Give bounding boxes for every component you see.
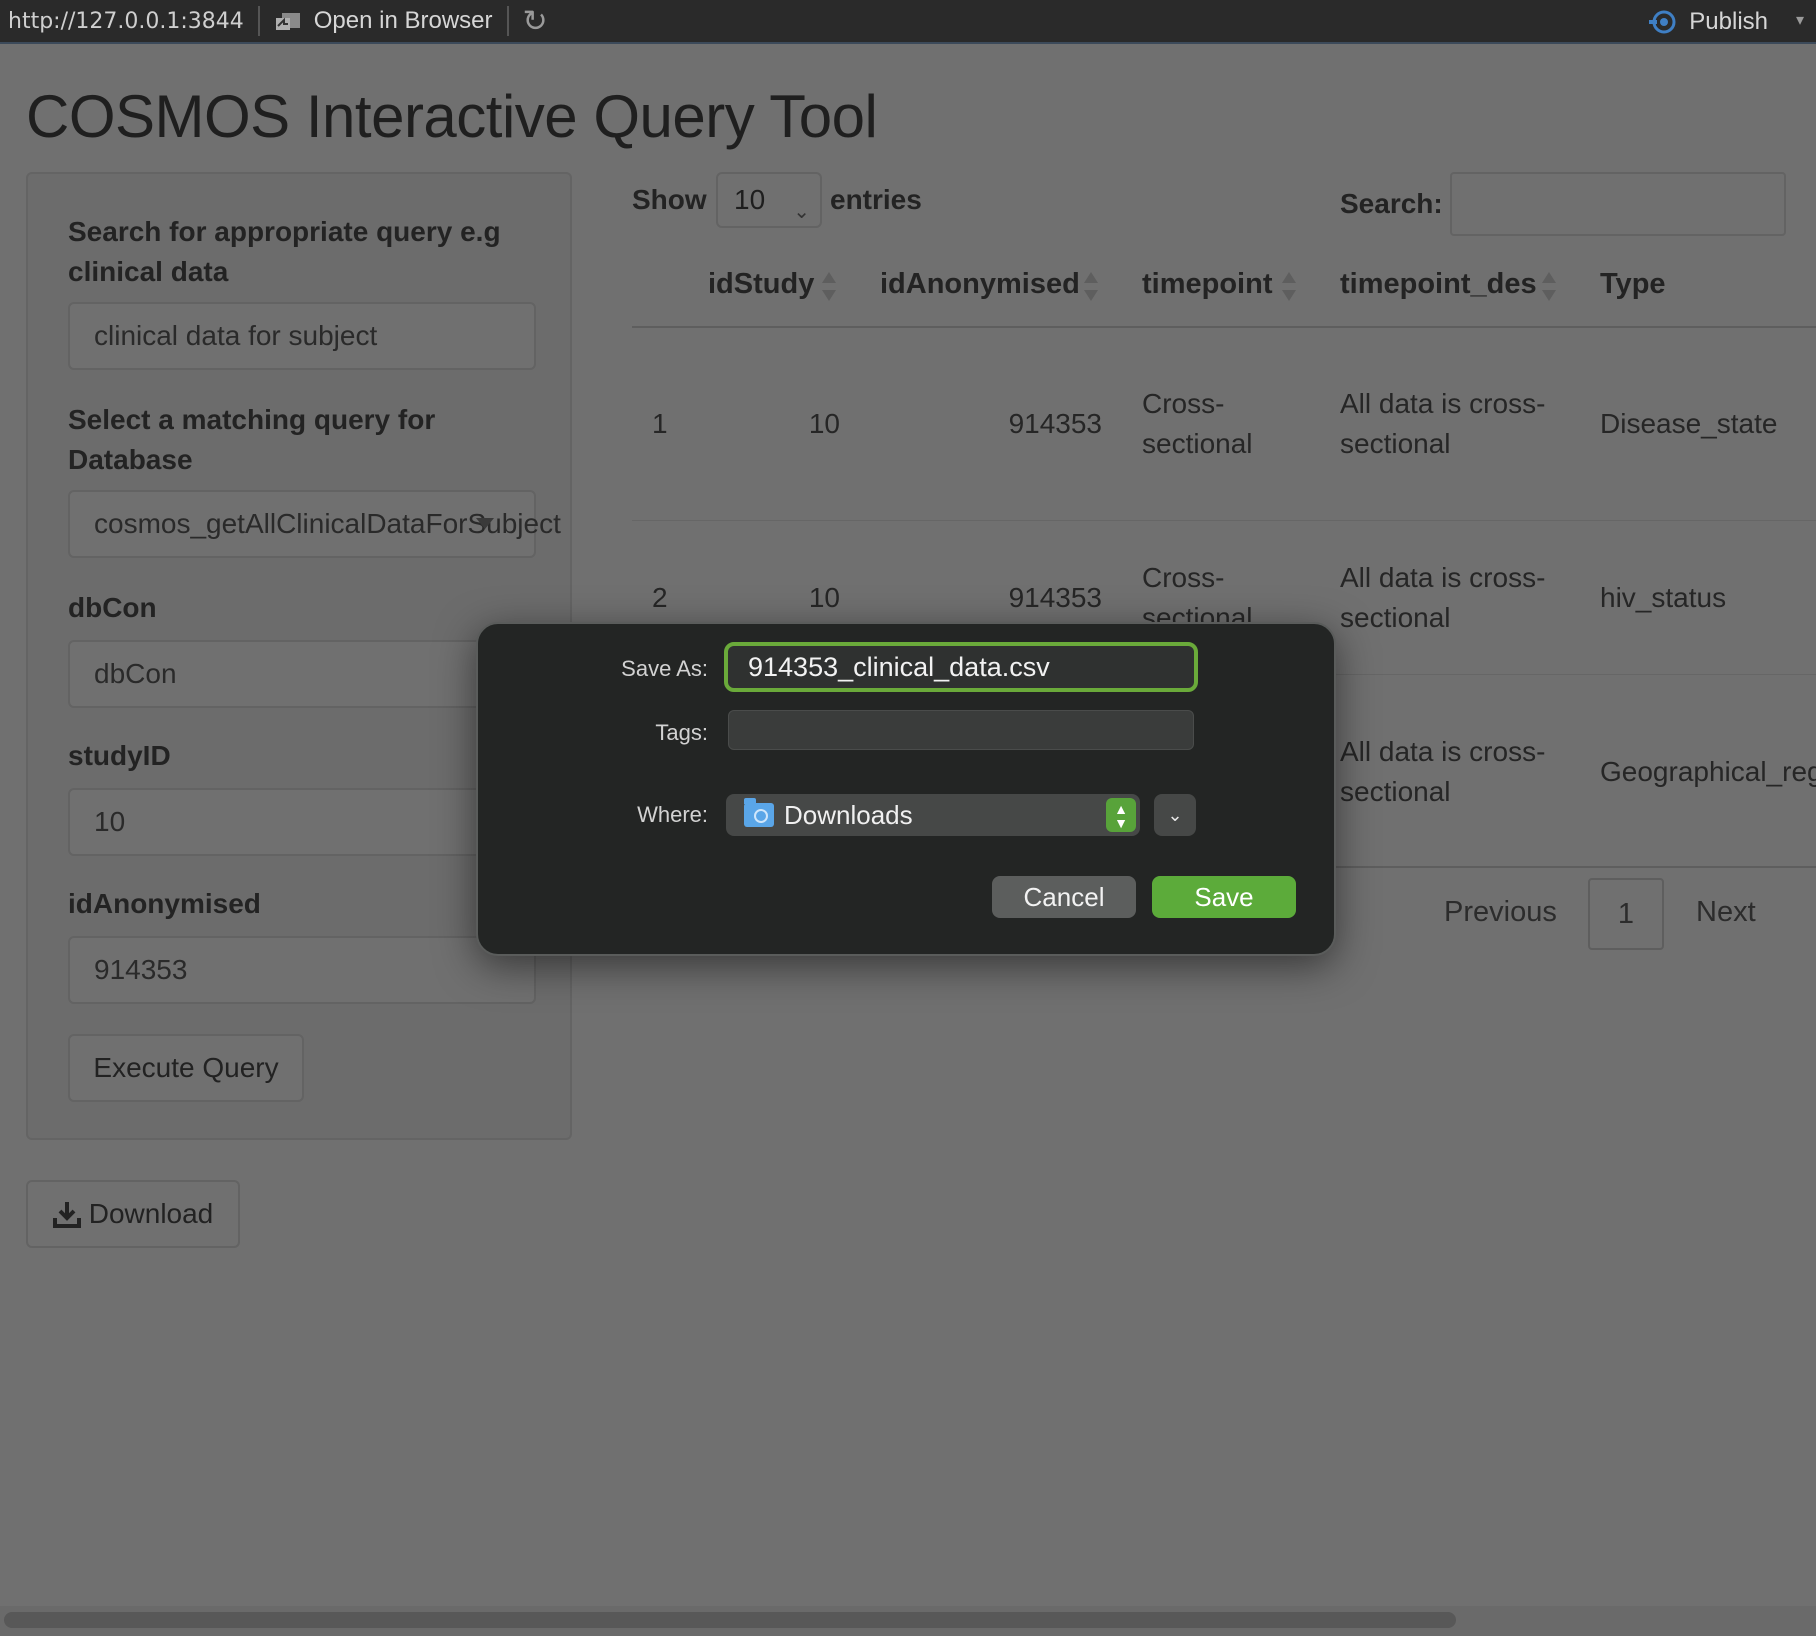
cancel-button[interactable]: Cancel — [992, 876, 1136, 918]
search-query-label: Search for appropriate query e.g clinica… — [68, 216, 501, 287]
stepper-icon: ▲ ▼ — [1106, 798, 1136, 832]
download-icon — [52, 1202, 81, 1228]
timepoint-des-cell: All data is cross- sectional — [1340, 562, 1546, 633]
idanonymised-cell: 914353 — [1008, 408, 1102, 439]
timepoint-des-cell: All data is cross- sectional — [1340, 736, 1546, 807]
toolbar-separator — [506, 6, 509, 36]
search-query-input[interactable]: clinical data for subject — [68, 302, 536, 370]
previous-page-button[interactable]: Previous — [1444, 896, 1557, 929]
tags-label: Tags: — [655, 720, 708, 745]
download-label: Download — [88, 1198, 214, 1229]
entries-label: entries — [830, 184, 922, 215]
column-header-idanonymised[interactable]: idAnonymised — [880, 268, 1080, 301]
idstudy-cell: 10 — [808, 582, 840, 613]
column-header-timepoint-des[interactable]: timepoint_des — [1340, 268, 1537, 301]
next-page-button[interactable]: Next — [1696, 896, 1756, 929]
column-header-type[interactable]: Type — [1600, 268, 1666, 301]
type-cell: Disease_state — [1600, 408, 1778, 439]
execute-query-button[interactable]: Execute Query — [68, 1034, 304, 1102]
publish-dropdown-icon[interactable]: ▾ — [1796, 10, 1804, 30]
expand-dialog-button[interactable]: ⌄ — [1154, 794, 1196, 836]
viewer-toolbar: http://127.0.0.1:3844 Open in Browser ↻ … — [0, 0, 1816, 44]
sort-icon[interactable] — [1542, 270, 1556, 304]
table-search-label: Search: — [1340, 188, 1443, 219]
where-label: Where: — [637, 802, 708, 827]
refresh-icon[interactable]: ↻ — [523, 4, 548, 39]
tags-input[interactable] — [728, 710, 1194, 750]
save-button[interactable]: Save — [1152, 876, 1296, 918]
folder-icon — [744, 798, 774, 827]
row-index-cell: 2 — [652, 582, 668, 613]
scrollbar-thumb[interactable] — [4, 1612, 1456, 1628]
dbcon-label: dbCon — [68, 592, 157, 623]
type-cell: hiv_status — [1600, 582, 1727, 613]
toolbar-separator — [257, 6, 260, 36]
row-index-cell: 1 — [652, 408, 668, 439]
table-header-divider — [632, 326, 1816, 328]
open-in-browser-label: Open in Browser — [313, 7, 493, 34]
open-in-browser-button[interactable]: Open in Browser — [274, 7, 493, 35]
entries-select-value: 10 — [734, 184, 766, 215]
dbcon-input[interactable]: dbCon — [68, 640, 536, 708]
idstudy-cell: 10 — [808, 408, 840, 439]
where-value: Downloads — [784, 799, 913, 830]
timepoint-des-cell: All data is cross- sectional — [1340, 388, 1546, 459]
chevron-down-icon: ⌄ — [793, 201, 810, 223]
table-search-input[interactable] — [1450, 172, 1786, 236]
where-select[interactable]: Downloads ▲ ▼ — [726, 794, 1140, 836]
url-label: http://127.0.0.1:3844 — [8, 8, 244, 34]
show-label: Show — [632, 184, 707, 215]
page-1-button[interactable]: 1 — [1588, 878, 1664, 950]
publish-icon — [1649, 10, 1676, 34]
sort-icon[interactable] — [822, 270, 836, 304]
query-select[interactable]: cosmos_getAllClinicalDataForSubject — [68, 490, 561, 558]
column-header-idstudy[interactable]: idStudy — [708, 268, 814, 301]
row-divider — [632, 520, 1816, 521]
save-as-label: Save As: — [621, 656, 708, 681]
save-dialog: Save As: 914353_clinical_data.csv Tags: … — [476, 622, 1336, 956]
studyid-label: studyID — [68, 740, 171, 771]
idanonymised-label: idAnonymised — [68, 888, 261, 919]
chevron-down-icon — [476, 518, 494, 529]
download-button[interactable]: Download — [26, 1180, 240, 1248]
idanonymised-cell: 914353 — [1008, 582, 1102, 613]
publish-label: Publish — [1689, 8, 1768, 35]
column-header-timepoint[interactable]: timepoint — [1142, 268, 1273, 301]
timepoint-cell: Cross- sectional — [1142, 388, 1253, 459]
chevron-down-icon: ⌄ — [1167, 804, 1183, 825]
open-browser-icon — [275, 13, 300, 30]
publish-button[interactable]: Publish — [1649, 0, 1768, 44]
save-as-input[interactable]: 914353_clinical_data.csv — [724, 642, 1198, 692]
sort-icon[interactable] — [1084, 270, 1098, 304]
entries-select[interactable]: 10 ⌄ — [716, 172, 822, 228]
idanonymised-input[interactable]: 914353 — [68, 936, 536, 1004]
page-title: COSMOS Interactive Query Tool — [26, 83, 878, 150]
type-cell: Geographical_reg — [1600, 756, 1816, 787]
sort-icon[interactable] — [1282, 270, 1296, 304]
studyid-input[interactable]: 10 — [68, 788, 536, 856]
select-query-label: Select a matching query for Database — [68, 404, 436, 475]
